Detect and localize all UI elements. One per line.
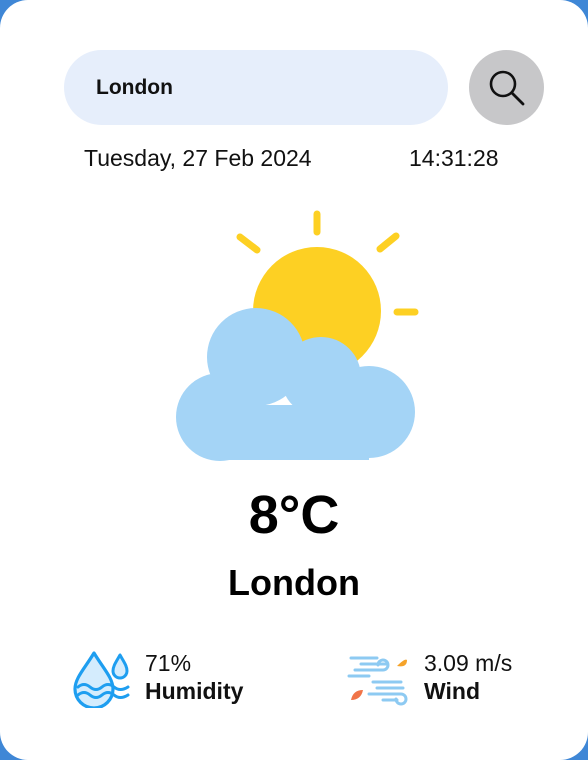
wind-label: Wind <box>424 678 480 704</box>
orange-leaf <box>397 659 407 667</box>
city-search-field[interactable] <box>64 50 448 125</box>
humidity-label: Humidity <box>145 678 244 704</box>
city-search-input[interactable] <box>96 75 416 100</box>
search-icon <box>489 70 524 105</box>
red-leaf <box>351 690 363 700</box>
weather-card: Tuesday, 27 Feb 2024 14:31:28 8°C London… <box>0 0 588 760</box>
wind-icon <box>347 656 408 706</box>
cloud-icon <box>176 308 415 461</box>
wind-value: 3.09 m/s <box>424 650 513 676</box>
humidity-value: 71% <box>145 650 192 676</box>
current-date: Tuesday, 27 Feb 2024 <box>84 145 312 171</box>
temperature-value: 8°C <box>248 485 340 545</box>
city-name: London <box>228 562 360 603</box>
search-button[interactable] <box>469 50 544 125</box>
partly-cloudy-icon <box>176 210 419 461</box>
humidity-icon <box>73 651 130 708</box>
current-time: 14:31:28 <box>409 145 499 171</box>
